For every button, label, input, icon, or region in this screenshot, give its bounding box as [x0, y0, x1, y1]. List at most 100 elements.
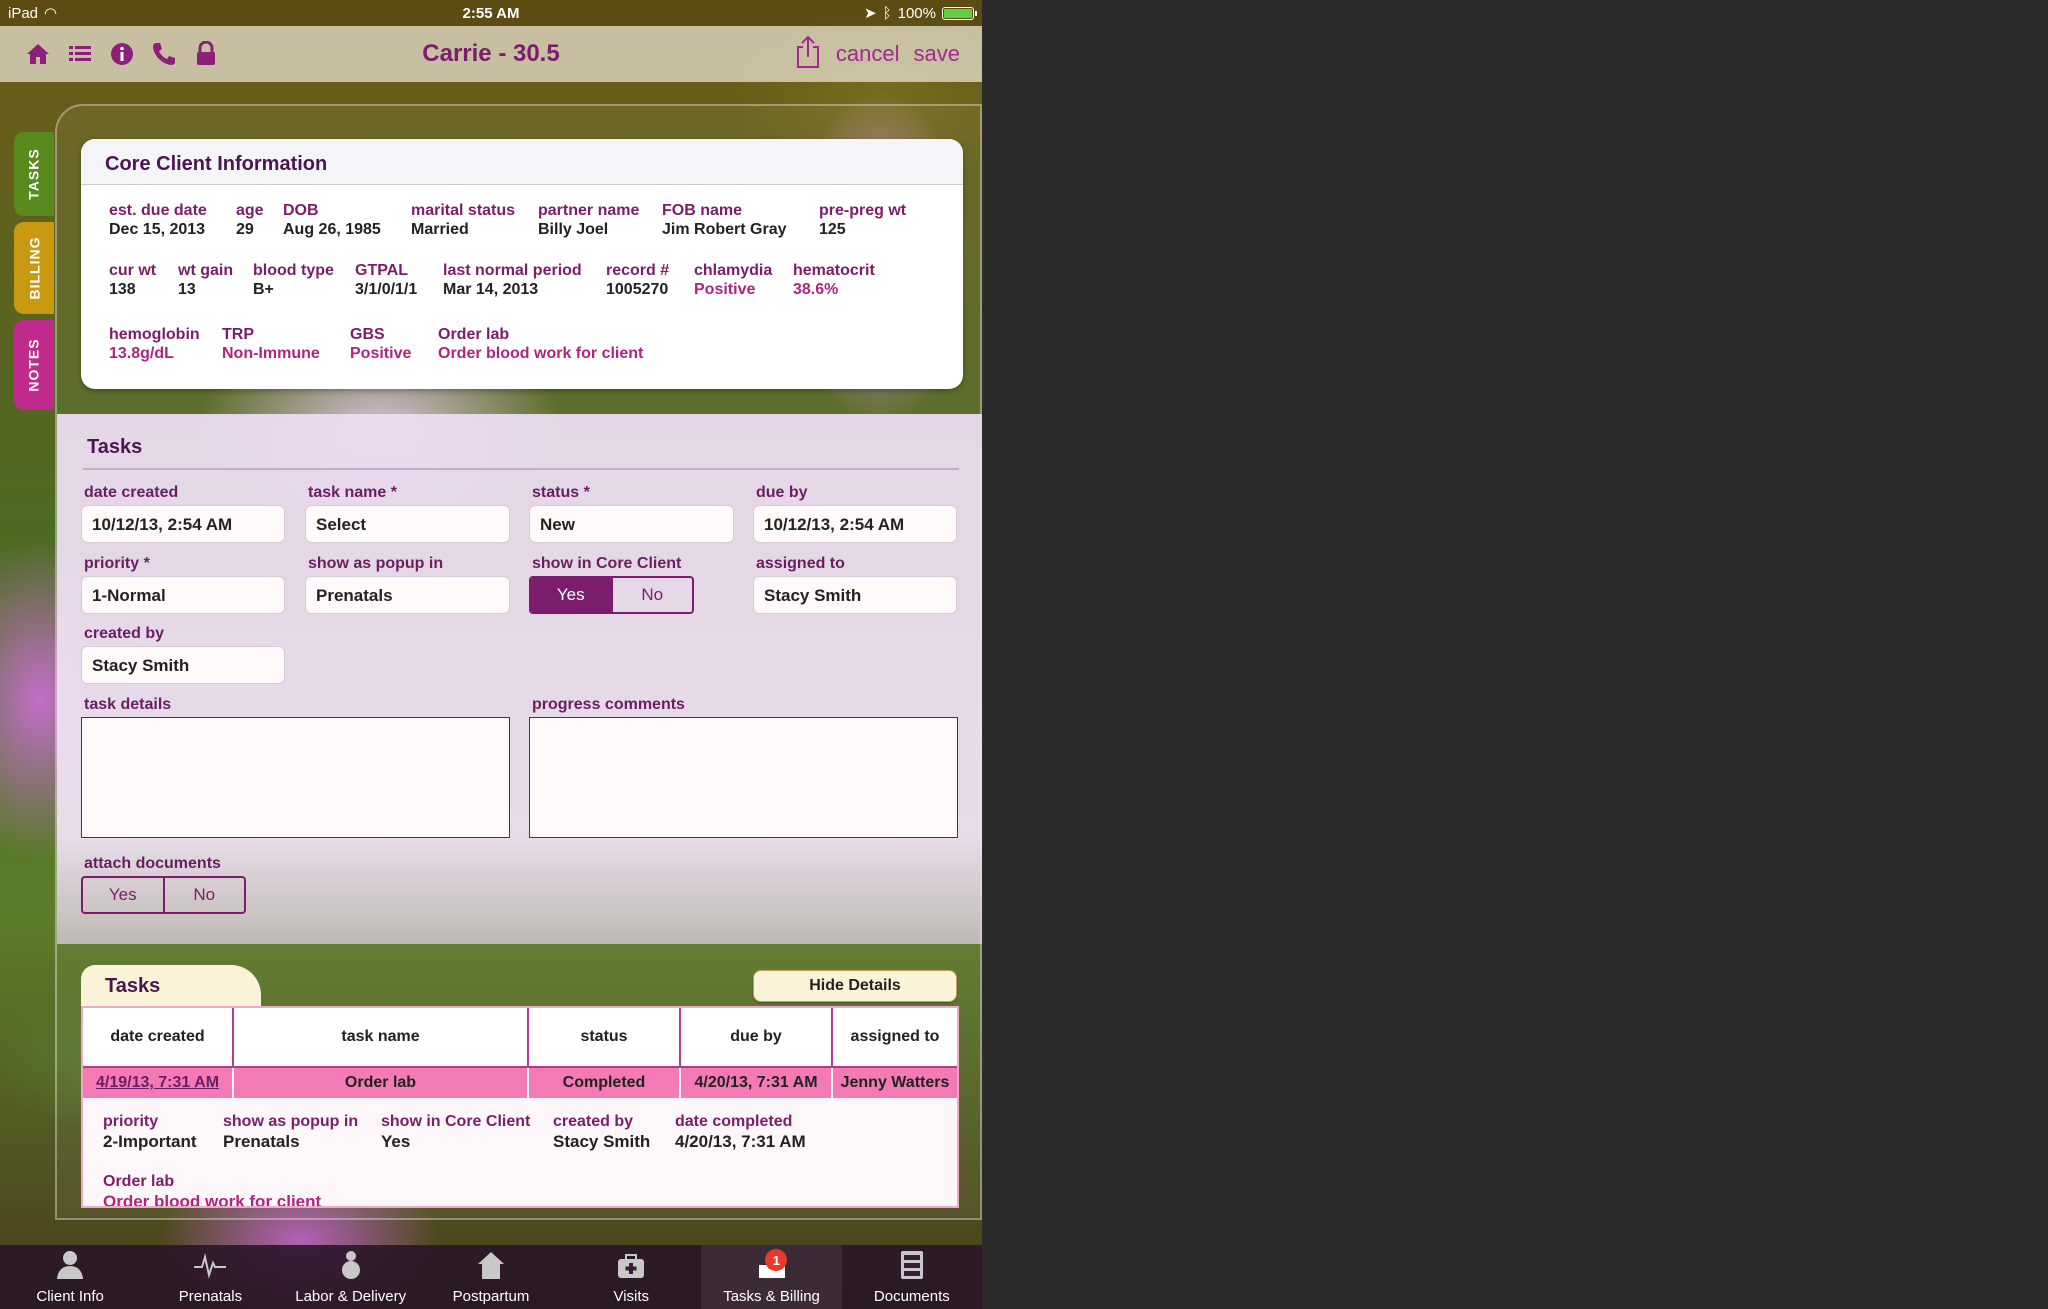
popup-label: show as popup in [308, 555, 444, 572]
core-field: Order lab Order blood work for client [438, 325, 643, 363]
detail-label: date completed [675, 1113, 793, 1130]
detail-label: created by [553, 1113, 634, 1130]
side-tab-billing-label: BILLING [26, 236, 42, 300]
core-field-label: TRP [222, 326, 254, 343]
detail-value: Yes [381, 1132, 411, 1151]
status-select[interactable]: New [529, 505, 734, 543]
row-date-created-link[interactable]: 4/19/13, 7:31 AM [83, 1068, 234, 1098]
core-field-label: GBS [350, 326, 385, 343]
detail-field: date completed 4/20/13, 7:31 AM [675, 1112, 806, 1152]
core-field-label: est. due date [109, 202, 207, 219]
show-core-label: show in Core Client [532, 555, 682, 572]
core-field-value: 125 [819, 221, 846, 238]
core-field-value: 13 [178, 281, 196, 298]
home-icon[interactable] [24, 40, 52, 68]
attach-no[interactable]: No [162, 878, 245, 912]
attach-documents-label: attach documents [84, 855, 221, 872]
wifi-icon: ◠ [44, 5, 58, 22]
task-form: Tasks date created 10/12/13, 2:54 AM tas… [57, 414, 982, 944]
core-field-label: age [236, 202, 264, 219]
column-header[interactable]: task name [234, 1008, 529, 1066]
priority-select[interactable]: 1-Normal [81, 576, 285, 614]
tab-label: Documents [873, 1288, 950, 1305]
side-tab-notes[interactable]: NOTES [14, 320, 54, 410]
core-field: blood type B+ [253, 261, 334, 299]
column-header[interactable]: date created [83, 1008, 234, 1066]
detail-label: priority [103, 1113, 159, 1130]
detail-label: show as popup in [223, 1113, 359, 1130]
phone-icon[interactable] [150, 40, 178, 68]
core-field: GBS Positive [350, 325, 411, 363]
core-field: est. due date Dec 15, 2013 [109, 201, 207, 239]
task-details-textarea[interactable] [81, 717, 510, 838]
tab-documents[interactable]: Documents [842, 1245, 982, 1309]
assigned-label: assigned to [756, 555, 845, 572]
attach-yes[interactable]: Yes [83, 878, 163, 912]
hide-details-button[interactable]: Hide Details [753, 970, 957, 1002]
tab-visits[interactable]: Visits [561, 1245, 701, 1309]
lock-icon[interactable] [192, 40, 220, 68]
row-status: Completed [529, 1068, 681, 1098]
list-icon[interactable] [66, 40, 94, 68]
progress-comments-textarea[interactable] [529, 717, 958, 838]
core-field: last normal period Mar 14, 2013 [443, 261, 582, 299]
column-header[interactable]: status [529, 1008, 681, 1066]
cancel-button[interactable]: cancel [836, 41, 900, 67]
show-core-toggle: Yes No [529, 576, 694, 614]
side-tab-tasks[interactable]: TASKS [14, 132, 54, 216]
row-task-name: Order lab [234, 1068, 529, 1098]
heartbeat-icon [193, 1249, 227, 1288]
date-created-field[interactable]: 10/12/13, 2:54 AM [81, 505, 285, 543]
created-by-field[interactable]: Stacy Smith [81, 646, 285, 684]
tab-prenatals[interactable]: Prenatals [140, 1245, 280, 1309]
side-tab-billing[interactable]: BILLING [14, 222, 54, 314]
detail-value: 4/20/13, 7:31 AM [675, 1132, 806, 1151]
info-icon[interactable] [108, 40, 136, 68]
due-by-field[interactable]: 10/12/13, 2:54 AM [753, 505, 957, 543]
core-field-label: DOB [283, 202, 319, 219]
battery-icon [942, 6, 977, 20]
table-row[interactable]: 4/19/13, 7:31 AM Order lab Completed 4/2… [83, 1068, 957, 1098]
core-field-value: Dec 15, 2013 [109, 221, 206, 238]
table-header-row: date created task name status due by ass… [83, 1008, 957, 1066]
core-field-label: hematocrit [793, 262, 875, 279]
core-field: FOB name Jim Robert Gray [662, 201, 786, 239]
share-icon[interactable] [794, 35, 822, 74]
location-icon: ➤ [864, 5, 877, 22]
detail-label: Order lab [103, 1173, 175, 1190]
tab-tasks-billing[interactable]: 1 Tasks & Billing [701, 1245, 842, 1309]
show-core-no[interactable]: No [610, 578, 693, 612]
column-header[interactable]: assigned to [833, 1008, 957, 1066]
tab-postpartum[interactable]: Postpartum [421, 1245, 561, 1309]
tasks-list-tab[interactable]: Tasks [81, 965, 261, 1007]
task-name-select[interactable]: Select [305, 505, 510, 543]
status-bar: iPad ◠ 2:55 AM ➤ ᛒ 100% [0, 0, 982, 26]
core-field: GTPAL 3/1/0/1/1 [355, 261, 417, 299]
core-field-label: hemoglobin [109, 326, 200, 343]
core-field-label: last normal period [443, 262, 582, 279]
tab-label: Visits [613, 1288, 650, 1305]
popup-select[interactable]: Prenatals [305, 576, 510, 614]
show-core-yes[interactable]: Yes [531, 578, 611, 612]
core-field-value: Aug 26, 1985 [283, 221, 381, 238]
save-button[interactable]: save [914, 41, 960, 67]
core-field: marital status Married [411, 201, 515, 239]
tab-labor-delivery[interactable]: Labor & Delivery [281, 1245, 421, 1309]
tab-label: Tasks & Billing [723, 1288, 820, 1305]
battery-percent: 100% [897, 4, 936, 22]
core-field-label: marital status [411, 202, 516, 219]
tab-client-info[interactable]: Client Info [0, 1245, 140, 1309]
divider [83, 468, 959, 470]
core-field-label: cur wt [109, 262, 157, 279]
core-field: chlamydia Positive [694, 261, 772, 299]
attach-documents-toggle: Yes No [81, 876, 246, 914]
desktop-background [982, 0, 2048, 1309]
core-field-label: blood type [253, 262, 334, 279]
assigned-select[interactable]: Stacy Smith [753, 576, 957, 614]
core-field-value: Order blood work for client [438, 345, 644, 362]
core-field-value: Non-Immune [222, 345, 320, 362]
core-field-value: Positive [694, 281, 756, 298]
core-field-value: Mar 14, 2013 [443, 281, 539, 298]
detail-field: created by Stacy Smith [553, 1112, 650, 1152]
column-header[interactable]: due by [681, 1008, 833, 1066]
